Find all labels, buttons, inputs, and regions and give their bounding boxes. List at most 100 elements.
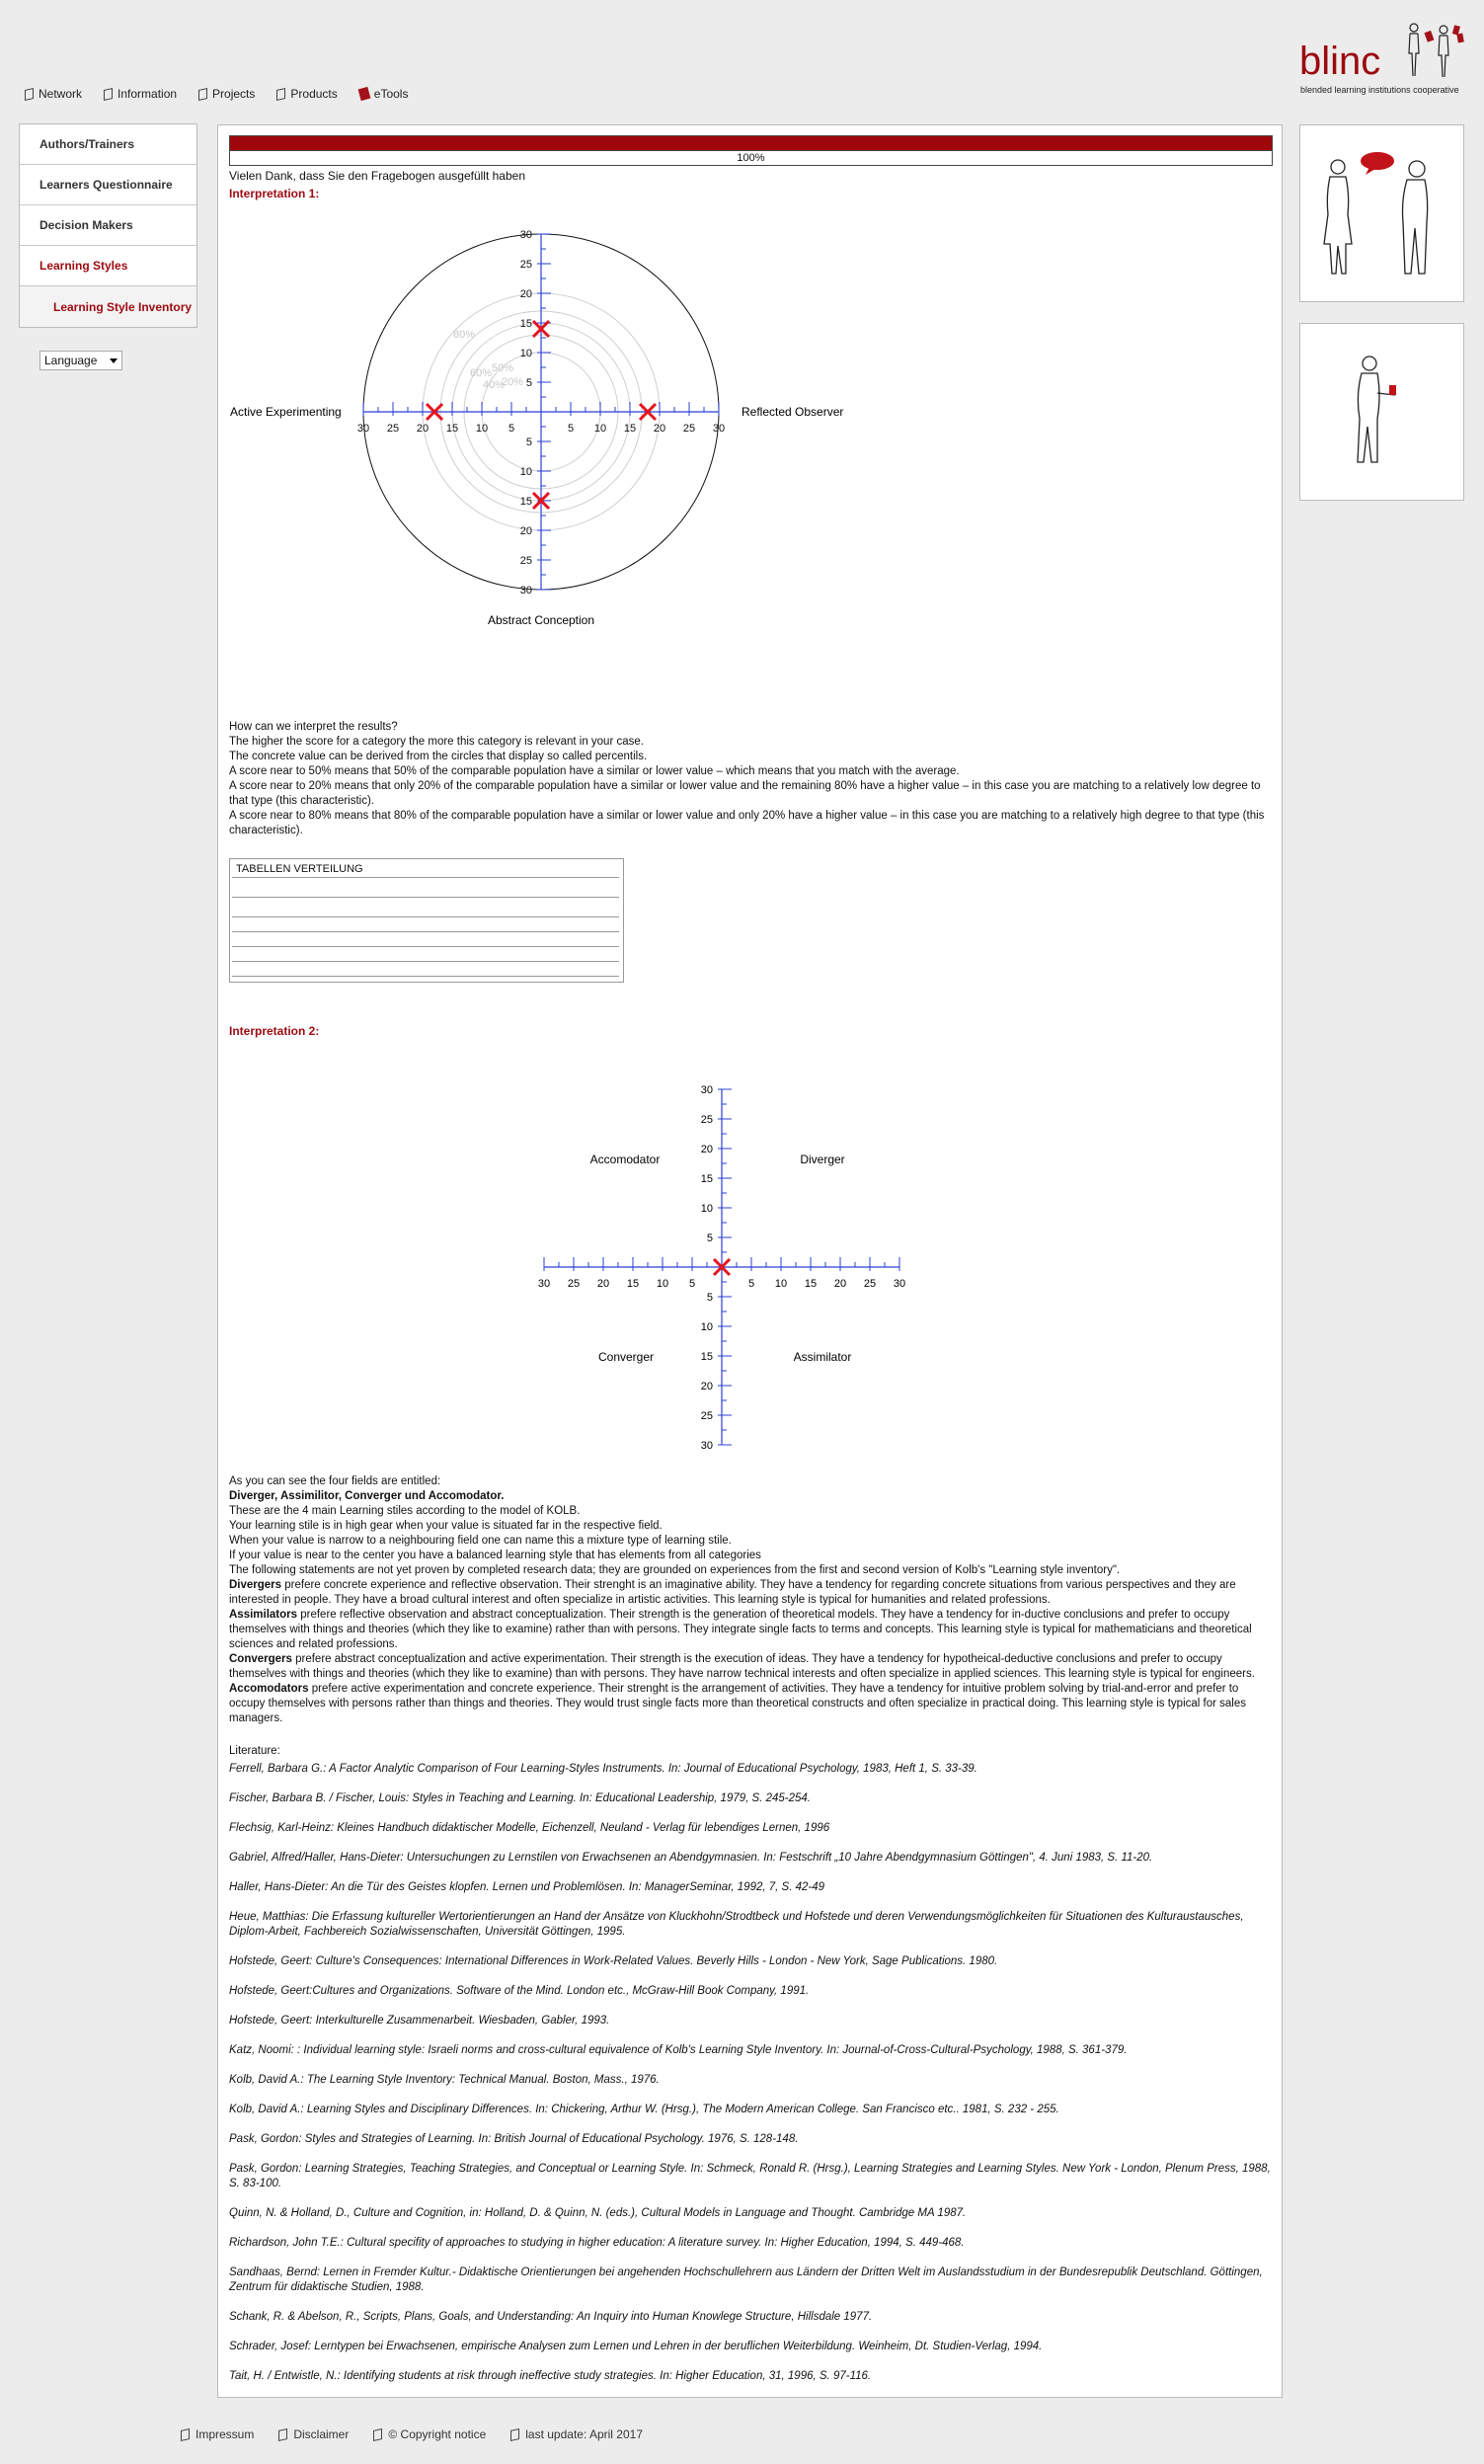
literature-ref: Hofstede, Geert: Culture's Consequences:… xyxy=(229,1955,998,1967)
explanation-2: As you can see the four fields are entit… xyxy=(229,1474,1273,1726)
tick-label: 10 xyxy=(701,1321,713,1333)
tick-label: 5 xyxy=(707,1292,713,1304)
table-rule xyxy=(232,877,619,878)
progress-label: 100% xyxy=(737,152,765,164)
quadrant-label-assimilator: Assimilator xyxy=(794,1350,852,1364)
tick-label: 5 xyxy=(689,1278,695,1290)
chevron-down-icon xyxy=(110,358,117,363)
illustration-panel-presenter xyxy=(1299,323,1464,501)
literature-ref: Pask, Gordon: Styles and Strategies of L… xyxy=(229,2133,799,2145)
footer-last-update[interactable]: last update: April 2017 xyxy=(510,2427,643,2441)
logo-figures-icon xyxy=(1408,23,1464,78)
nav-etools[interactable]: eTools xyxy=(357,86,408,102)
sidebar-item-learning-style-inventory[interactable]: Learning Style Inventory xyxy=(20,286,196,327)
tick-label: 25 xyxy=(568,1278,580,1290)
nav-information[interactable]: Information xyxy=(104,87,177,101)
sidebar-item-decision-makers[interactable]: Decision Makers xyxy=(20,205,196,246)
percentile-label: 80% xyxy=(453,329,475,341)
nav-projects[interactable]: Projects xyxy=(198,87,255,101)
tick-label: 30 xyxy=(894,1278,905,1290)
literature-ref: Hofstede, Geert: Interkulturelle Zusamme… xyxy=(229,2015,610,2027)
literature-ref: Ferrell, Barbara G.: A Factor Analytic C… xyxy=(229,1763,977,1775)
sidebar-item-authors-trainers[interactable]: Authors/Trainers xyxy=(20,124,196,165)
explain-line: A score near to 50% means that 50% of th… xyxy=(229,765,960,777)
logo-wordmark: blinc xyxy=(1299,40,1381,83)
sidebar-item-learning-styles[interactable]: Learning Styles xyxy=(20,246,196,286)
quadrant-label-converger: Converger xyxy=(598,1350,654,1364)
tick-label: 25 xyxy=(683,423,695,435)
type-accomodators: Accomodators prefere active experimentat… xyxy=(229,1683,1246,1724)
document-icon xyxy=(373,2427,383,2441)
explain-line: A score near to 80% means that 80% of th… xyxy=(229,810,1265,836)
language-select[interactable]: Language xyxy=(39,351,122,370)
conversation-figures-icon xyxy=(1323,152,1429,275)
table-rule xyxy=(232,897,619,898)
progress-fill xyxy=(230,136,1272,151)
footer-impressum-link[interactable]: Impressum xyxy=(181,2427,254,2441)
footer-disclaimer-link[interactable]: Disclaimer xyxy=(278,2427,349,2441)
explanation-1: How can we interpret the results? The hi… xyxy=(229,720,1273,838)
tick-label: 25 xyxy=(520,259,532,271)
nav-products[interactable]: Products xyxy=(276,87,338,101)
literature-ref: Fischer, Barbara B. / Fischer, Louis: St… xyxy=(229,1792,811,1804)
circle-chart: 20%40% 50%60% 80% 5 5 5 5 10 10 10 10 15 15 15 15 20 20 2… xyxy=(230,229,843,627)
tick-label: 20 xyxy=(701,1381,713,1392)
explain-line: When your value is narrow to a neighbour… xyxy=(229,1535,732,1547)
tick-label: 30 xyxy=(520,229,532,241)
red-book-icon xyxy=(357,86,371,102)
literature-ref: Schrader, Josef: Lerntypen bei Erwachsen… xyxy=(229,2341,1043,2352)
footer-copyright-link[interactable]: © Copyright notice xyxy=(373,2427,486,2441)
interpretation-2-heading: Interpretation 2: xyxy=(229,1024,320,1038)
table-rule xyxy=(232,976,619,977)
tick-label: 25 xyxy=(387,423,399,435)
literature-ref: Sandhaas, Bernd: Lernen in Fremder Kultu… xyxy=(229,2266,1263,2293)
percentile-label: 60% xyxy=(470,367,492,379)
explain2-fields: Diverger, Assimilitor, Converger und Acc… xyxy=(229,1490,505,1502)
tick-label: 20 xyxy=(520,288,532,300)
tick-label: 5 xyxy=(526,377,532,389)
literature-ref: Kolb, David A.: The Learning Style Inven… xyxy=(229,2074,660,2086)
tick-label: 30 xyxy=(357,423,369,435)
table-rule xyxy=(232,961,619,962)
table-rule xyxy=(232,946,619,947)
tick-label: 15 xyxy=(520,318,532,330)
explain-line: The higher the score for a category the … xyxy=(229,736,644,748)
document-icon xyxy=(181,2427,190,2441)
axis-label-left: Active Experimenting xyxy=(230,405,342,419)
literature-ref: Schank, R. & Abelson, R., Scripts, Plans… xyxy=(229,2311,873,2323)
tick-label: 10 xyxy=(476,423,488,435)
tick-label: 20 xyxy=(654,423,665,435)
blinc-logo[interactable]: blinc blended learning institutions coop… xyxy=(1299,22,1467,101)
distribution-title: TABELLEN VERTEILUNG xyxy=(236,863,363,875)
explain-line: How can we interpret the results? xyxy=(229,721,398,733)
tick-label: 5 xyxy=(526,437,532,448)
tick-label: 10 xyxy=(701,1203,713,1215)
percentile-label: 40% xyxy=(483,379,505,391)
tick-label: 10 xyxy=(520,466,532,478)
presenter-figure-icon xyxy=(1357,356,1396,463)
nav-network[interactable]: Network xyxy=(25,87,82,101)
tick-label: 15 xyxy=(627,1278,639,1290)
tick-label: 30 xyxy=(713,423,725,435)
tick-label: 30 xyxy=(701,1440,713,1452)
explain-line: The following statements are not yet pro… xyxy=(229,1564,1121,1576)
tick-label: 5 xyxy=(568,423,574,435)
explain-line: These are the 4 main Learning stiles acc… xyxy=(229,1505,581,1517)
tick-label: 20 xyxy=(417,423,429,435)
type-assimilators: Assimilators prefere reflective observat… xyxy=(229,1609,1252,1650)
quadrant-label-accomodator: Accomodator xyxy=(590,1153,661,1166)
literature-list: Literature: Ferrell, Barbara G.: A Facto… xyxy=(229,1744,1273,2399)
literature-ref: Quinn, N. & Holland, D., Culture and Cog… xyxy=(229,2207,967,2219)
table-rule xyxy=(232,916,619,917)
document-icon xyxy=(510,2427,520,2441)
explain-line: If your value is near to the center you … xyxy=(229,1550,761,1561)
distribution-table: TABELLEN VERTEILUNG xyxy=(229,858,624,983)
tick-label: 30 xyxy=(520,585,532,596)
interpretation-1-heading: Interpretation 1: xyxy=(229,187,320,200)
tick-label: 10 xyxy=(775,1278,787,1290)
language-label: Language xyxy=(44,354,98,367)
document-icon xyxy=(278,2427,288,2441)
tick-label: 15 xyxy=(701,1173,713,1185)
sidebar-item-learners-questionnaire[interactable]: Learners Questionnaire xyxy=(20,165,196,205)
document-icon xyxy=(198,87,208,101)
